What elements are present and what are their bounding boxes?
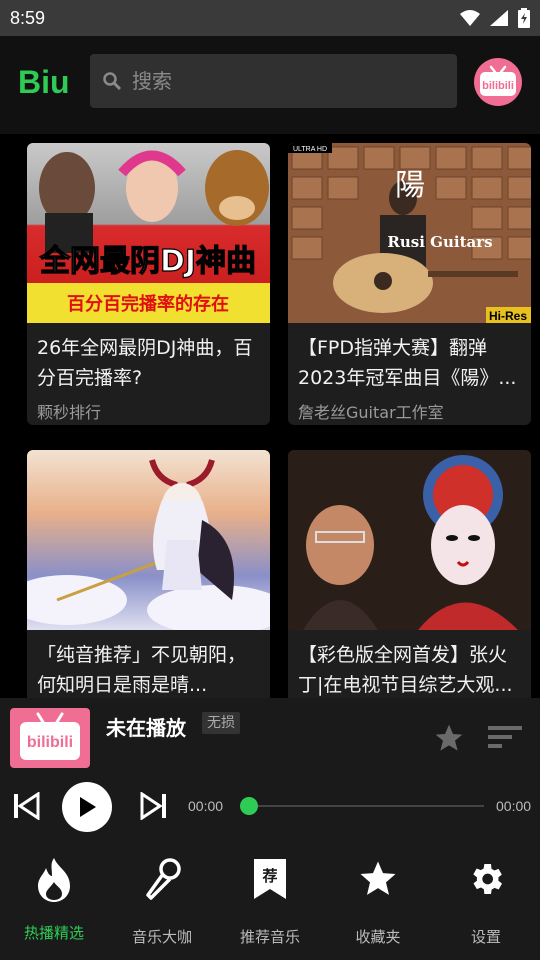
bottom-nav: 热播精选 音乐大咖 荐 推荐音乐 收藏夹 设置	[0, 840, 540, 960]
next-button[interactable]	[140, 791, 166, 824]
search-bar[interactable]	[90, 54, 457, 108]
video-card[interactable]: 「纯音推荐」不见朝阳，何知明日是雨是晴...	[27, 450, 270, 698]
cover-text: bilibili	[27, 734, 73, 751]
app-logo: Biu	[18, 64, 70, 100]
nav-item-favorites[interactable]: 收藏夹	[324, 840, 432, 960]
track-title: 未在播放	[106, 716, 186, 740]
nav-label: 热播精选	[23, 924, 84, 942]
ultra-hd-badge: ULTRA HD	[293, 146, 327, 153]
quality-badge: 无损	[202, 712, 240, 734]
video-thumbnail	[27, 450, 270, 630]
skip-next-icon	[140, 791, 166, 821]
video-author: 颗秒排行	[37, 403, 102, 422]
thumbnail-subheadline: 百分百完播率的存在	[67, 293, 229, 315]
video-card[interactable]: 全网最阴DJ神曲 百分百完播率的存在 26年全网最阴DJ神曲，百分百完播率? 颗…	[27, 143, 270, 425]
wifi-icon	[460, 10, 480, 26]
microphone-icon	[142, 856, 182, 902]
queue-icon	[488, 726, 522, 748]
search-input[interactable]	[132, 69, 432, 93]
progress-thumb[interactable]	[240, 797, 258, 815]
flame-icon	[34, 856, 74, 902]
battery-icon	[518, 8, 530, 28]
star-icon	[358, 856, 398, 902]
thumbnail-art: 陽 Rusi Guitars ULTRA HD Hi-Res	[288, 143, 531, 323]
signal-icon	[490, 10, 508, 26]
play-icon	[80, 797, 96, 817]
status-bar: 8:59	[0, 0, 540, 36]
favorite-button[interactable]	[432, 722, 466, 758]
status-time: 8:59	[10, 7, 46, 28]
skip-previous-icon	[14, 791, 40, 821]
video-title: 26年全网最阴DJ神曲，百分百完播率?	[37, 337, 253, 389]
total-time: 00:00	[496, 798, 532, 814]
hires-badge: Hi-Res	[489, 309, 527, 323]
thumbnail-subheadline: Rusi Guitars	[387, 233, 492, 251]
video-title: 【FPD指弹大赛】翻弹2023年冠军曲目《陽》...	[298, 337, 517, 389]
progress-bar[interactable]	[248, 805, 484, 807]
playlist-button[interactable]	[488, 726, 524, 754]
bilibili-logo-icon: bilibili	[20, 712, 80, 760]
thumbnail-headline: 全网最阴DJ神曲	[39, 244, 256, 279]
video-title: 【彩色版全网首发】张火丁|在电视节目综艺大观...	[298, 644, 513, 696]
nav-item-hot[interactable]: 热播精选	[0, 840, 108, 960]
avatar[interactable]: bilibili	[474, 58, 522, 106]
previous-button[interactable]	[14, 791, 40, 824]
video-card[interactable]: 陽 Rusi Guitars ULTRA HD Hi-Res 【FPD指弹大赛】…	[288, 143, 531, 425]
thumbnail-art	[27, 459, 270, 630]
nav-label: 音乐大咖	[131, 928, 192, 946]
track-cover[interactable]: bilibili	[10, 708, 90, 768]
video-title: 「纯音推荐」不见朝阳，何知明日是雨是晴...	[37, 644, 247, 696]
bilibili-logo-icon: bilibili	[480, 65, 516, 96]
bookmark-text: 荐	[261, 867, 277, 885]
nav-item-settings[interactable]: 设置	[432, 840, 540, 960]
video-grid: 全网最阴DJ神曲 百分百完播率的存在 26年全网最阴DJ神曲，百分百完播率? 颗…	[0, 134, 540, 698]
nav-item-recommend[interactable]: 荐 推荐音乐	[216, 840, 324, 960]
video-author: 詹老丝Guitar工作室	[298, 403, 444, 422]
thumbnail-headline: 陽	[395, 168, 425, 203]
play-button[interactable]	[62, 782, 112, 832]
search-icon	[103, 72, 122, 91]
avatar-text: bilibili	[482, 80, 514, 92]
video-card[interactable]: 【彩色版全网首发】张火丁|在电视节目综艺大观...	[288, 450, 531, 698]
nav-label: 收藏夹	[355, 928, 401, 946]
app-header: Biu bilibili	[0, 36, 540, 134]
bookmark-icon: 荐	[250, 856, 290, 902]
nav-item-artists[interactable]: 音乐大咖	[108, 840, 216, 960]
video-thumbnail: 陽 Rusi Guitars ULTRA HD Hi-Res	[288, 143, 531, 323]
video-thumbnail	[288, 450, 531, 630]
video-thumbnail: 全网最阴DJ神曲 百分百完播率的存在	[27, 143, 270, 323]
thumbnail-art	[288, 450, 531, 630]
star-icon	[435, 724, 463, 751]
thumbnail-art: 全网最阴DJ神曲 百分百完播率的存在	[27, 150, 270, 323]
status-icons	[460, 8, 530, 28]
current-time: 00:00	[188, 798, 224, 814]
mini-player: bilibili 未在播放 无损 00:00 00:00	[0, 698, 540, 840]
gear-icon	[466, 856, 506, 902]
nav-label: 推荐音乐	[239, 928, 300, 946]
nav-label: 设置	[470, 928, 501, 946]
